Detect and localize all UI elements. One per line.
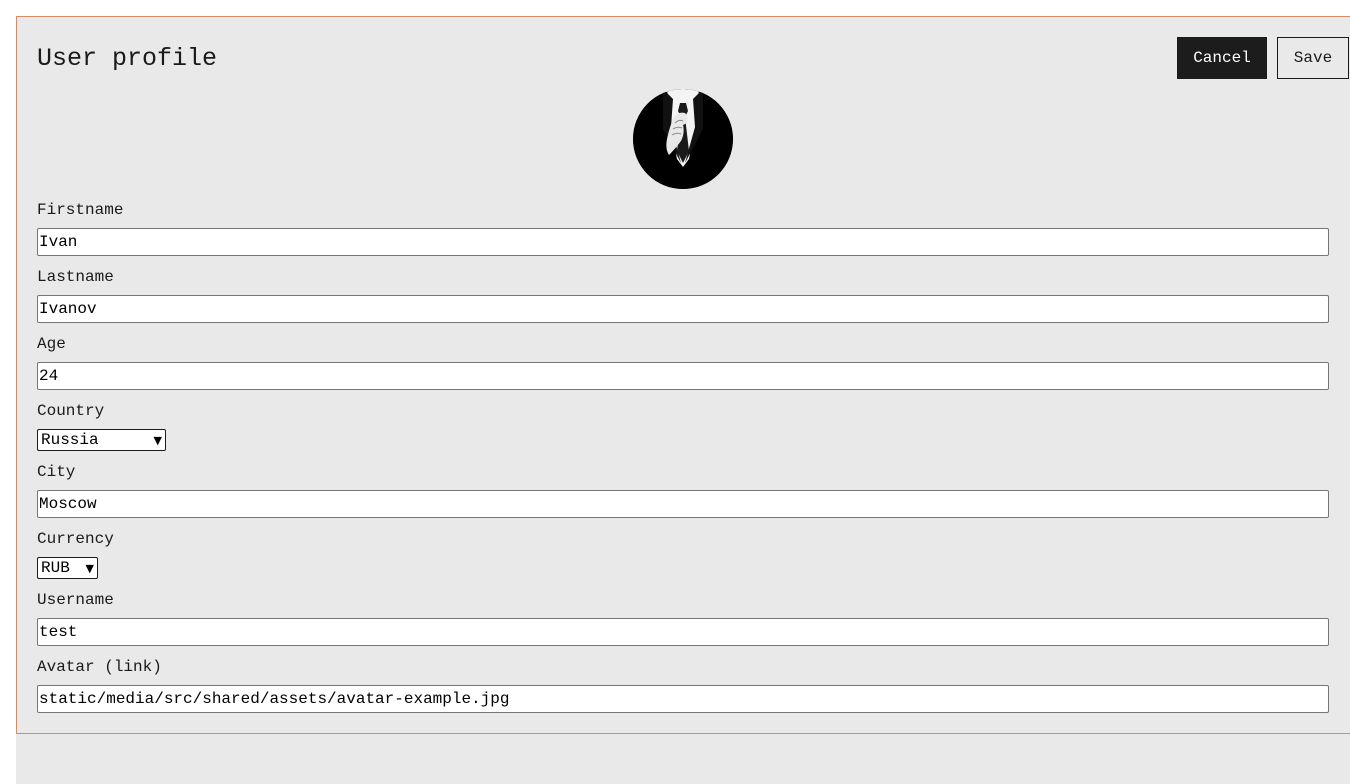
currency-select[interactable]: RUB ▼ (37, 557, 98, 579)
currency-label: Currency (37, 530, 114, 548)
country-select[interactable]: Russia ▼ (37, 429, 166, 451)
page-title: User profile (37, 44, 218, 73)
profile-header: User profile Cancel Save (37, 37, 1349, 79)
lastname-field[interactable] (37, 295, 1329, 323)
avatar-link-label: Avatar (link) (37, 658, 162, 676)
avatar-suit-icon (633, 89, 733, 189)
firstname-field[interactable] (37, 228, 1329, 256)
city-field[interactable] (37, 490, 1329, 518)
city-label: City (37, 463, 76, 481)
avatar (633, 89, 733, 189)
country-label: Country (37, 402, 105, 420)
username-field[interactable] (37, 618, 1329, 646)
currency-select-value: RUB (41, 559, 70, 577)
country-select-value: Russia (41, 431, 99, 449)
save-button[interactable]: Save (1277, 37, 1349, 79)
chevron-down-icon: ▼ (85, 561, 94, 575)
profile-card: User profile Cancel Save Firstname Lastn… (16, 16, 1350, 734)
cancel-button[interactable]: Cancel (1177, 37, 1267, 79)
chevron-down-icon: ▼ (153, 433, 162, 447)
avatar-link-field[interactable] (37, 685, 1329, 713)
age-label: Age (37, 335, 66, 353)
firstname-label: Firstname (37, 201, 124, 219)
username-label: Username (37, 591, 114, 609)
lastname-label: Lastname (37, 268, 114, 286)
age-field[interactable] (37, 362, 1329, 390)
